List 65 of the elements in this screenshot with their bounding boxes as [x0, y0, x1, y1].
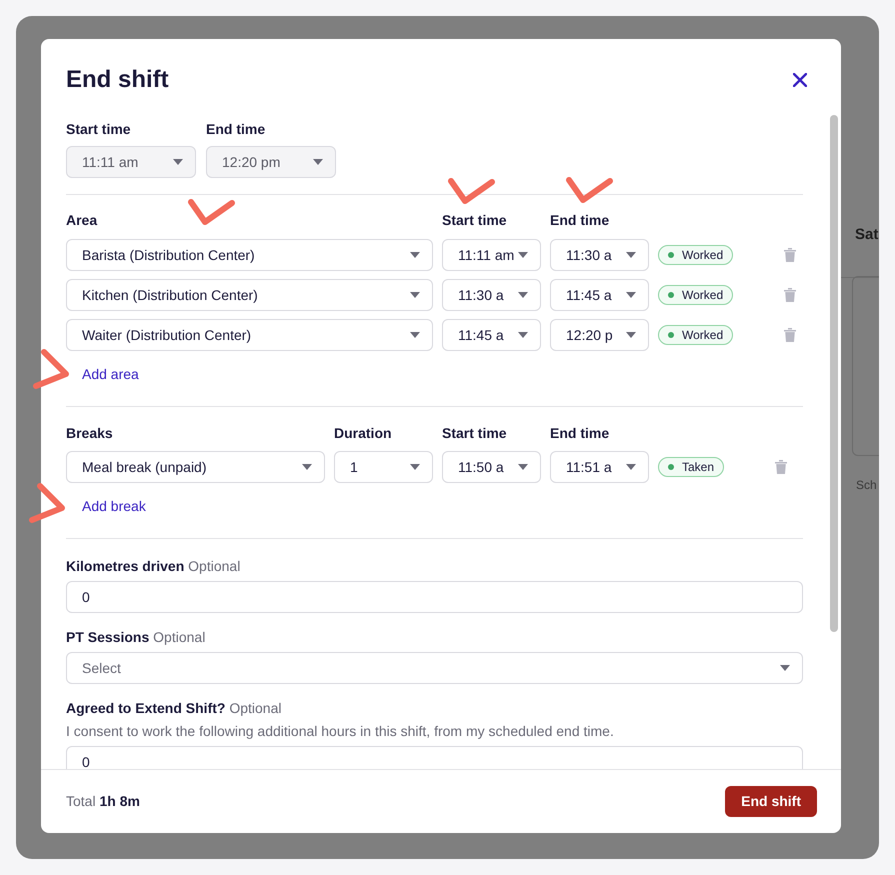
caret-icon	[626, 464, 636, 470]
status-badge: Taken	[658, 457, 724, 477]
area-select[interactable]: Kitchen (Distribution Center)	[66, 279, 433, 311]
caret-icon	[313, 159, 323, 165]
caret-icon	[518, 252, 528, 258]
caret-icon	[626, 332, 636, 338]
annotation-check-icon	[566, 176, 614, 204]
annotation-check-icon	[188, 198, 236, 226]
field-description: I consent to work the following additional hours in this shift, from my scheduled end time.	[66, 723, 615, 740]
time-select[interactable]: 11:30 a	[550, 239, 649, 271]
area-select[interactable]: Waiter (Distribution Center)	[66, 319, 433, 351]
caret-icon	[626, 252, 636, 258]
duration-select[interactable]: 1	[334, 451, 433, 483]
break-select[interactable]: Meal break (unpaid)	[66, 451, 325, 483]
trash-icon[interactable]	[775, 460, 788, 474]
column-label: End time	[550, 212, 610, 229]
caret-icon	[518, 464, 528, 470]
caret-icon	[410, 464, 420, 470]
trash-icon[interactable]	[784, 248, 796, 262]
caret-icon	[173, 159, 183, 165]
end-shift-button[interactable]: End shift	[725, 786, 817, 817]
add-link[interactable]: Add break	[82, 498, 146, 515]
time-select[interactable]: 11:51 a	[550, 451, 649, 483]
caret-icon	[410, 292, 420, 298]
trash-icon[interactable]	[784, 328, 796, 342]
trash-icon[interactable]	[784, 288, 796, 302]
input-field[interactable]: 0	[66, 746, 803, 769]
column-label: End time	[550, 425, 610, 442]
caret-icon	[518, 332, 528, 338]
caret-icon	[626, 292, 636, 298]
input-field[interactable]: 0	[66, 581, 803, 613]
column-label: Duration	[334, 425, 393, 442]
column-label: Start time	[442, 212, 508, 229]
caret-icon	[780, 665, 790, 671]
column-label: Area	[66, 212, 98, 229]
close-icon[interactable]	[793, 73, 807, 87]
field-label: Agreed to Extend Shift? Optional	[66, 700, 282, 717]
modal-title: End shift	[66, 65, 169, 95]
scrollbar[interactable]	[830, 115, 838, 632]
column-label: End time	[206, 121, 266, 138]
caret-icon	[518, 292, 528, 298]
column-label: Breaks	[66, 425, 114, 442]
column-label: Start time	[442, 425, 508, 442]
column-label: Start time	[66, 121, 132, 138]
time-select[interactable]: 11:11 am	[442, 239, 541, 271]
field-label: PT Sessions Optional	[66, 629, 206, 646]
caret-icon	[410, 332, 420, 338]
status-badge: Worked	[658, 325, 734, 345]
caret-icon	[302, 464, 312, 470]
area-select[interactable]: Barista (Distribution Center)	[66, 239, 433, 271]
background-text: Sch	[856, 477, 877, 494]
caret-icon	[410, 252, 420, 258]
annotation-check-icon	[448, 177, 496, 205]
field-label: Kilometres driven Optional	[66, 558, 242, 575]
select-field[interactable]: Select	[66, 652, 803, 684]
background-text: Sat	[855, 225, 878, 245]
time-select[interactable]: 11:30 a	[442, 279, 541, 311]
status-badge: Worked	[658, 245, 734, 265]
time-select[interactable]: 11:50 a	[442, 451, 541, 483]
add-link[interactable]: Add area	[82, 366, 139, 383]
time-select[interactable]: 12:20 p	[550, 319, 649, 351]
total-text: Total 1h 8m	[66, 792, 140, 811]
time-select[interactable]: 11:45 a	[550, 279, 649, 311]
time-select[interactable]: 11:45 a	[442, 319, 541, 351]
status-badge: Worked	[658, 285, 734, 305]
